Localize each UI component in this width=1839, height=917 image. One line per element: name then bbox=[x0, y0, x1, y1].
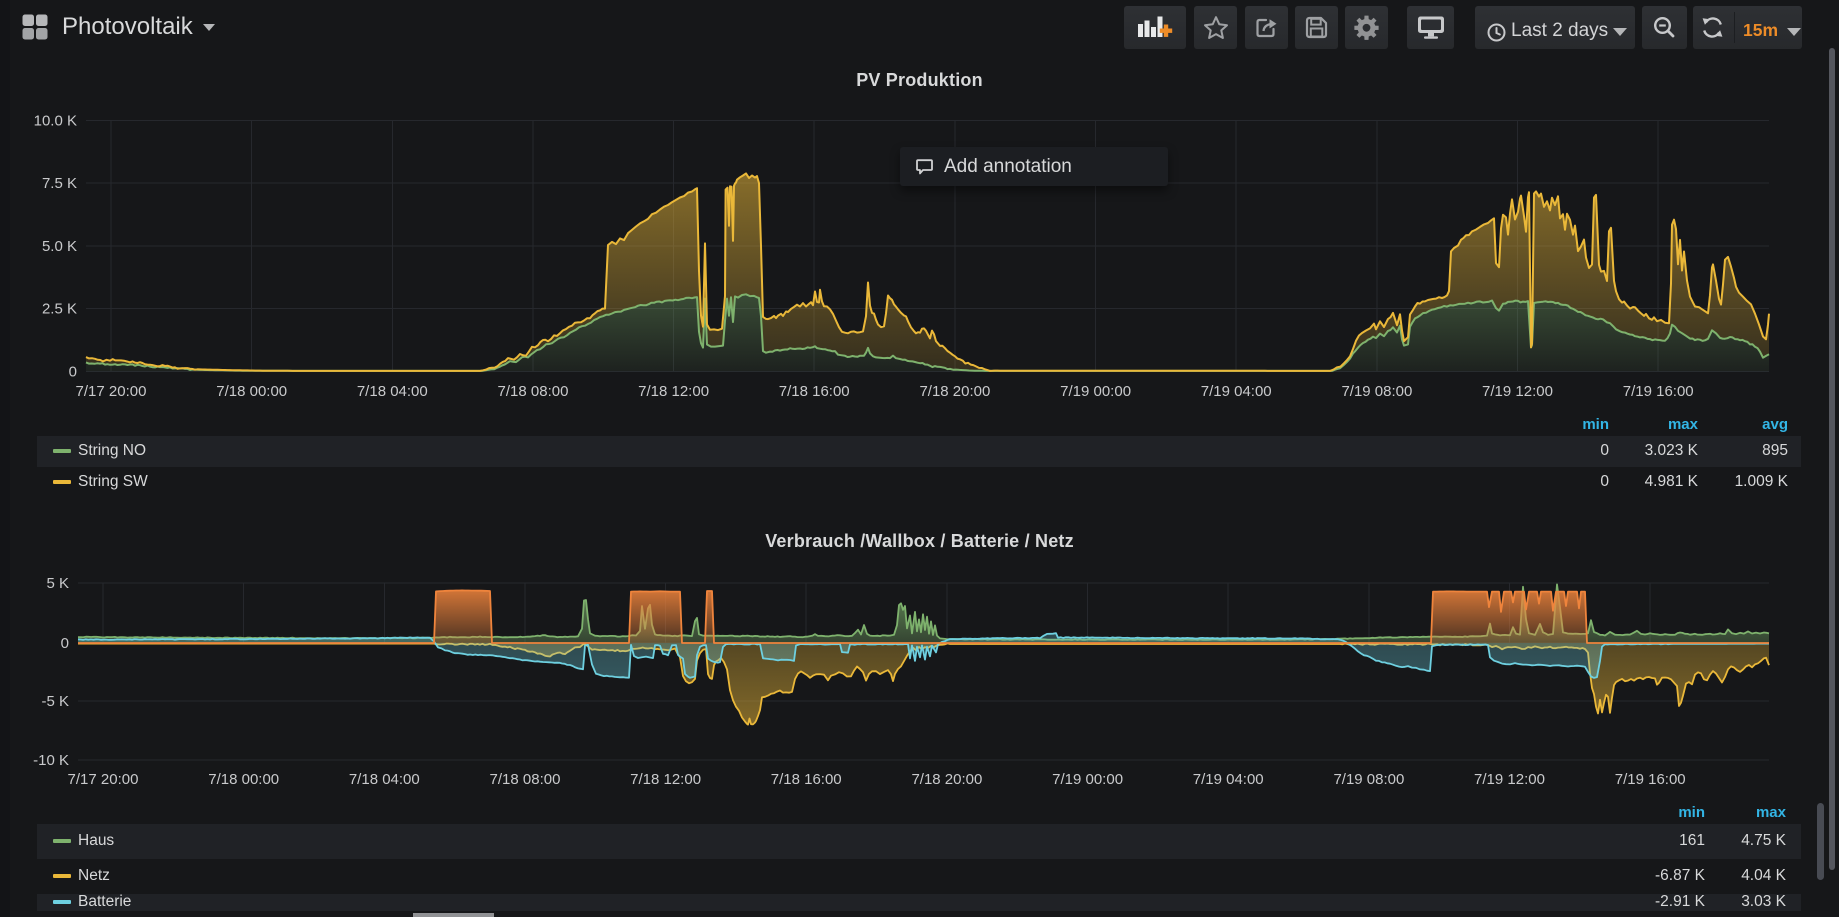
svg-text:0: 0 bbox=[69, 363, 77, 380]
svg-text:7/19 00:00: 7/19 00:00 bbox=[1060, 383, 1131, 400]
svg-text:7/18 00:00: 7/18 00:00 bbox=[216, 383, 287, 400]
svg-text:7/18 08:00: 7/18 08:00 bbox=[498, 383, 569, 400]
svg-text:7/18 12:00: 7/18 12:00 bbox=[638, 383, 709, 400]
svg-text:7/19 12:00: 7/19 12:00 bbox=[1482, 383, 1553, 400]
svg-text:7/19 16:00: 7/19 16:00 bbox=[1623, 383, 1694, 400]
svg-text:7/19 08:00: 7/19 08:00 bbox=[1333, 771, 1404, 788]
svg-text:7/19 04:00: 7/19 04:00 bbox=[1201, 383, 1272, 400]
svg-text:7/18 16:00: 7/18 16:00 bbox=[779, 383, 850, 400]
svg-text:7/17 20:00: 7/17 20:00 bbox=[68, 771, 139, 788]
svg-text:5.0 K: 5.0 K bbox=[42, 238, 77, 255]
svg-text:7/18 08:00: 7/18 08:00 bbox=[490, 771, 561, 788]
svg-text:7/19 08:00: 7/19 08:00 bbox=[1341, 383, 1412, 400]
svg-text:0: 0 bbox=[61, 635, 69, 652]
svg-text:7/19 04:00: 7/19 04:00 bbox=[1193, 771, 1264, 788]
svg-text:7/18 04:00: 7/18 04:00 bbox=[349, 771, 420, 788]
svg-text:7/18 04:00: 7/18 04:00 bbox=[357, 383, 428, 400]
svg-text:7/18 16:00: 7/18 16:00 bbox=[771, 771, 842, 788]
svg-text:7/19 16:00: 7/19 16:00 bbox=[1615, 771, 1686, 788]
svg-text:7/17 20:00: 7/17 20:00 bbox=[76, 383, 147, 400]
svg-text:7.5 K: 7.5 K bbox=[42, 175, 77, 192]
svg-text:10.0 K: 10.0 K bbox=[34, 112, 77, 129]
svg-text:7/18 20:00: 7/18 20:00 bbox=[911, 771, 982, 788]
svg-text:7/18 20:00: 7/18 20:00 bbox=[919, 383, 990, 400]
svg-text:2.5 K: 2.5 K bbox=[42, 301, 77, 318]
svg-text:7/19 00:00: 7/19 00:00 bbox=[1052, 771, 1123, 788]
svg-text:7/18 00:00: 7/18 00:00 bbox=[208, 771, 279, 788]
svg-text:-5 K: -5 K bbox=[41, 693, 69, 710]
svg-text:5 K: 5 K bbox=[46, 575, 69, 592]
svg-text:-10 K: -10 K bbox=[33, 752, 69, 769]
svg-text:7/18 12:00: 7/18 12:00 bbox=[630, 771, 701, 788]
svg-text:7/19 12:00: 7/19 12:00 bbox=[1474, 771, 1545, 788]
